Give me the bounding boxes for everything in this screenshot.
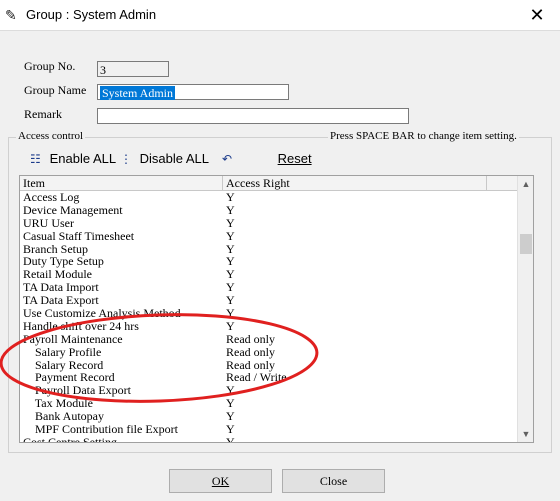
group-no-label: Group No. <box>24 59 76 73</box>
disable-all-button[interactable]: ⋮ Disable ALL <box>120 149 209 169</box>
close-window-button[interactable]: ✕ <box>522 2 552 28</box>
group-no-field: 3 <box>97 61 169 77</box>
access-right-cell: Y <box>226 228 235 243</box>
item-cell: Device Management <box>23 202 123 217</box>
disable-all-label: Disable ALL <box>139 151 210 166</box>
table-row[interactable]: Handle shift over 24 hrs Y <box>20 318 517 333</box>
item-cell: Handle shift over 24 hrs <box>23 318 139 333</box>
enable-all-button[interactable]: ☷ Enable ALL <box>30 149 116 169</box>
access-right-cell: Y <box>226 318 235 333</box>
item-cell: URU User <box>23 215 74 230</box>
table-row[interactable]: MPF Contribution file Export Y <box>20 423 517 436</box>
dialog-body: Group No. 3 Group Name System Admin Rema… <box>0 30 560 501</box>
close-button[interactable]: Close <box>282 469 385 493</box>
close-label: Close <box>319 474 348 488</box>
undo-icon: ↶ <box>222 152 233 166</box>
column-header-access-right[interactable]: Access Right <box>223 176 487 190</box>
table-row[interactable]: Duty Type Setup Y <box>20 255 517 268</box>
item-cell: Casual Staff Timesheet <box>23 228 135 243</box>
ok-label: OK <box>211 474 230 488</box>
item-cell: Payroll Maintenance <box>23 331 123 346</box>
enable-all-label: Enable ALL <box>49 151 117 166</box>
group-name-label: Group Name <box>24 83 87 97</box>
table-row[interactable]: URU User Y <box>20 215 517 230</box>
remark-field[interactable] <box>97 108 409 124</box>
access-control-legend: Access control <box>16 130 86 142</box>
table-row[interactable]: Cost Centre Setting Y <box>20 434 517 443</box>
table-row[interactable]: Device Management Y <box>20 202 517 217</box>
access-right-cell: Y <box>226 434 235 443</box>
group-name-field[interactable]: System Admin <box>97 84 289 100</box>
title-bar: ✎ Group : System Admin ✕ <box>0 0 560 30</box>
window-title: Group : System Admin <box>26 7 157 22</box>
column-header-item[interactable]: Item <box>20 176 223 190</box>
ok-button[interactable]: OK <box>169 469 272 493</box>
app-icon: ✎ <box>5 7 17 23</box>
table-row[interactable]: Salary Profile Read only <box>20 344 517 359</box>
disable-all-icon: ⋮ <box>120 152 132 166</box>
table-row[interactable]: Payroll Maintenance Read only <box>20 331 517 346</box>
item-cell: Salary Profile <box>23 344 102 359</box>
scroll-thumb[interactable] <box>520 234 532 254</box>
table-row[interactable]: Use Customize Analysis Method Y <box>20 307 517 320</box>
access-right-cell: Y <box>226 215 235 230</box>
item-cell: Cost Centre Setting <box>23 434 117 443</box>
group-name-value: System Admin <box>100 86 176 100</box>
access-right-cell: Read only <box>226 331 275 346</box>
access-rights-grid[interactable]: Item Access Right Access Log Y Device Mana… <box>19 175 534 443</box>
table-row[interactable]: Payroll Data Export Y <box>20 384 517 397</box>
scroll-up-icon[interactable]: ▲ <box>518 176 533 192</box>
vertical-scrollbar[interactable]: ▲ ▼ <box>517 176 533 442</box>
access-right-cell: Read only <box>226 344 275 359</box>
group-no-value: 3 <box>100 63 106 77</box>
table-row[interactable]: Casual Staff Timesheet Y <box>20 228 517 243</box>
table-row[interactable]: Access Log Y <box>20 191 517 204</box>
reset-button[interactable]: ↶ Reset <box>222 149 312 169</box>
scroll-down-icon[interactable]: ▼ <box>518 426 533 442</box>
reset-label: Reset <box>277 151 312 166</box>
access-right-cell: Read / Write <box>226 370 287 385</box>
enable-all-icon: ☷ <box>30 152 41 166</box>
grid-rows: Access Log Y Device Management Y URU User Y Ca… <box>20 191 517 443</box>
grid-header: Item Access Right <box>20 176 517 191</box>
access-right-cell: Y <box>226 202 235 217</box>
space-bar-hint: Press SPACE BAR to change item setting. <box>328 130 519 142</box>
remark-label: Remark <box>24 107 62 121</box>
